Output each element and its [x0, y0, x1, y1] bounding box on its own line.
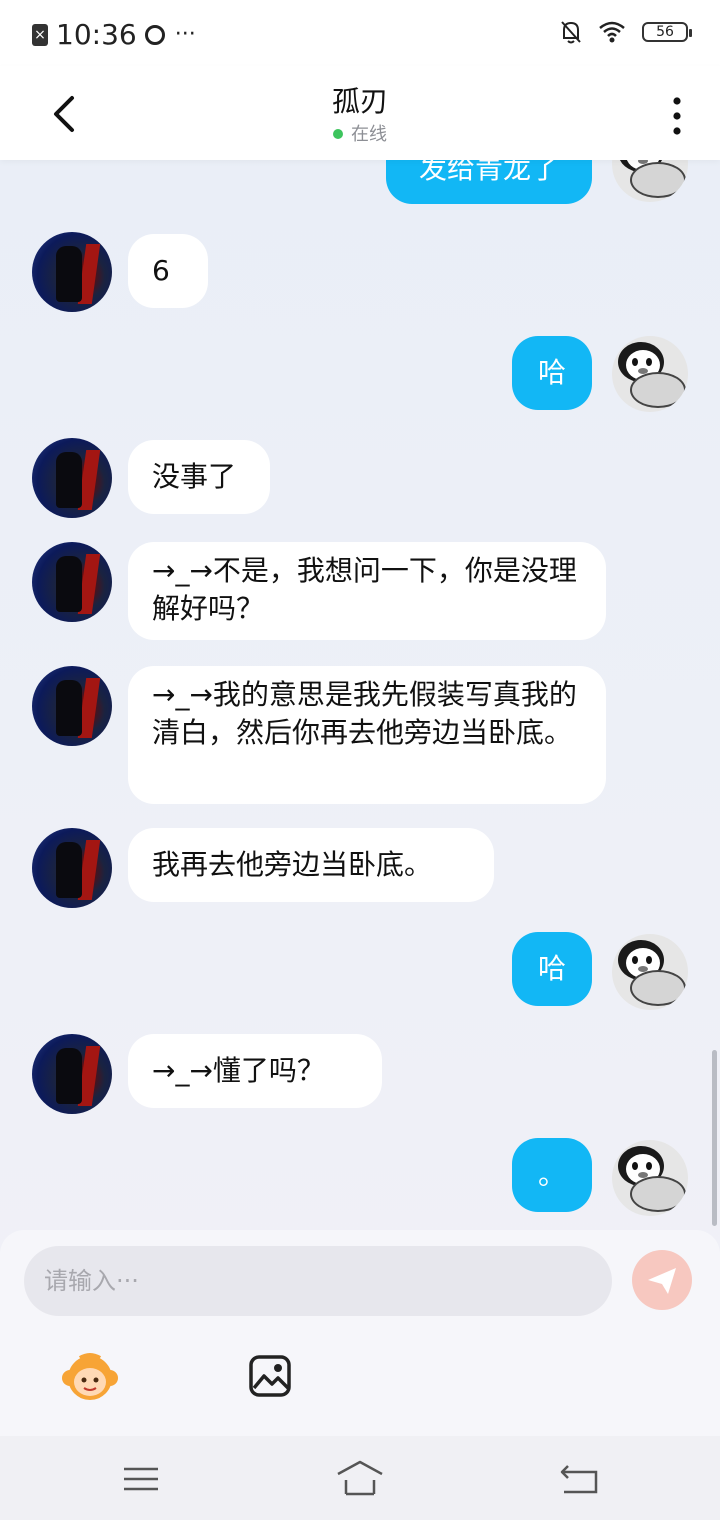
message-text: 我再去他旁边当卧底。	[152, 848, 433, 881]
status-time: 10:36	[56, 18, 137, 51]
message-text: →_→不是，我想问一下，你是没理解好吗？	[152, 554, 577, 625]
message-text: 6	[152, 254, 170, 287]
contact-avatar[interactable]	[32, 1034, 112, 1114]
home-icon[interactable]	[336, 1460, 384, 1496]
image-icon[interactable]	[248, 1354, 292, 1398]
status-left: × 10:36 ···	[32, 18, 196, 51]
message-text: 哈	[538, 356, 567, 389]
send-icon	[648, 1268, 676, 1294]
more-notifications-indicator: ···	[174, 22, 196, 47]
system-nav-bar	[0, 1436, 720, 1520]
back-arrow-icon[interactable]	[560, 1462, 598, 1494]
message-text: 。	[538, 1158, 567, 1191]
message-bubble-sent[interactable]: 哈	[512, 932, 592, 1006]
notification-x-icon: ×	[32, 23, 48, 46]
wifi-icon	[599, 21, 625, 43]
battery-indicator: 56	[642, 22, 692, 42]
my-avatar[interactable]	[612, 1140, 688, 1216]
message-bubble-received[interactable]: 6	[128, 234, 208, 308]
online-status-label: 在线	[351, 124, 387, 145]
bell-off-icon	[561, 21, 581, 44]
message-bubble-received[interactable]: 没事了	[128, 440, 270, 514]
tiktok-icon	[144, 24, 165, 45]
message-text: →_→懂了吗？	[152, 1054, 325, 1087]
message-text: 没事了	[152, 460, 237, 493]
menu-icon[interactable]	[124, 1466, 158, 1492]
message-text: →_→我的意思是我先假装写真我的清白，然后你再去他旁边当卧底。	[152, 678, 577, 749]
status-right: 56	[560, 20, 692, 44]
contact-avatar[interactable]	[32, 666, 112, 746]
message-bubble-sent[interactable]: 发给青龙了	[386, 160, 592, 204]
status-bar: × 10:36 ··· 56	[0, 0, 720, 66]
message-bubble-sent[interactable]: 哈	[512, 336, 592, 410]
message-bubble-received[interactable]: →_→懂了吗？	[128, 1034, 382, 1108]
message-text: 哈	[538, 952, 567, 985]
contact-avatar[interactable]	[32, 828, 112, 908]
contact-avatar[interactable]	[32, 438, 112, 518]
my-avatar[interactable]	[612, 336, 688, 412]
emoji-face-icon[interactable]	[60, 1350, 120, 1404]
my-avatar[interactable]	[612, 160, 688, 202]
send-button[interactable]	[632, 1250, 692, 1310]
contact-name[interactable]: 孤刃	[0, 80, 720, 120]
online-dot-icon	[333, 129, 343, 139]
scrollbar[interactable]	[712, 1050, 717, 1226]
message-bubble-received[interactable]: →_→不是，我想问一下，你是没理解好吗？	[128, 542, 606, 640]
message-bubble-received[interactable]: →_→我的意思是我先假装写真我的清白，然后你再去他旁边当卧底。	[128, 666, 606, 804]
message-input[interactable]	[24, 1246, 612, 1316]
contact-avatar[interactable]	[32, 542, 112, 622]
online-status: 在线	[0, 120, 720, 146]
my-avatar[interactable]	[612, 934, 688, 1010]
message-text: 发给青龙了	[418, 160, 559, 185]
input-panel	[0, 1230, 720, 1436]
message-list[interactable]: 发给青龙了 6 哈 没事了 →_→不是，我想问一下，你是没理解好吗？ →_→我的…	[0, 160, 720, 1230]
chat-header: 孤刃 在线	[0, 66, 720, 160]
message-bubble-received[interactable]: 我再去他旁边当卧底。	[128, 828, 494, 902]
contact-avatar[interactable]	[32, 232, 112, 312]
more-vertical-icon[interactable]	[668, 96, 686, 136]
message-bubble-sent[interactable]: 。	[512, 1138, 592, 1212]
